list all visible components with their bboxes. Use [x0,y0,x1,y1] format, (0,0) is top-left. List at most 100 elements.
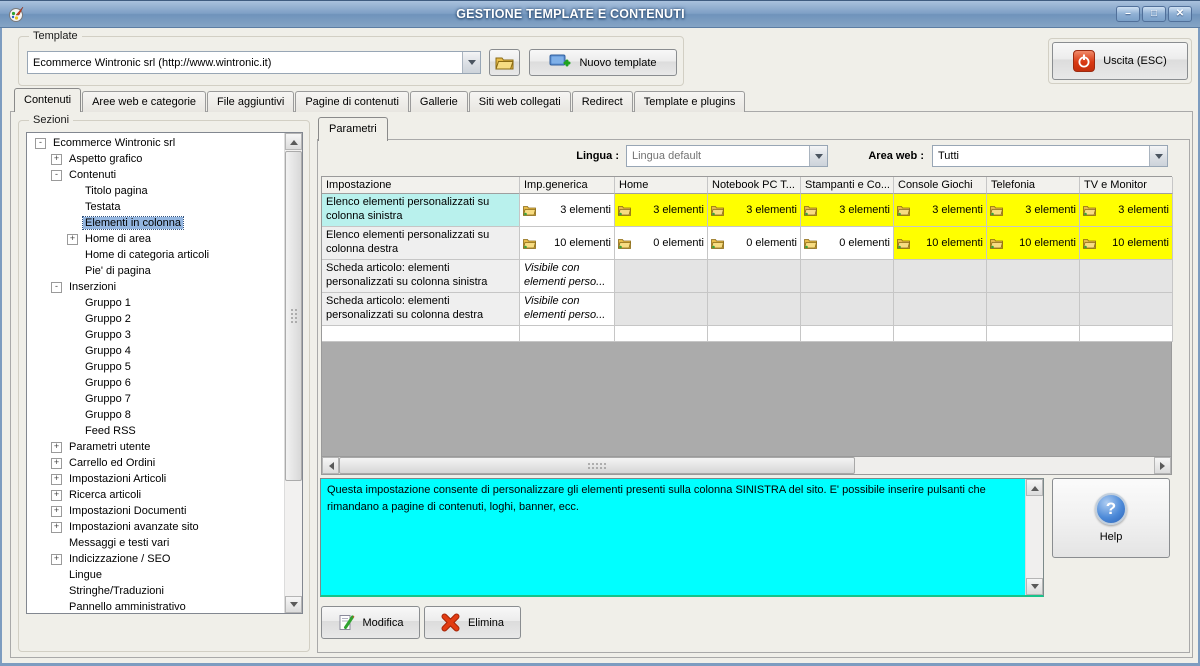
tree-item[interactable]: Gruppo 1 [27,295,285,311]
tab-aree-web-e-categorie[interactable]: Aree web e categorie [82,91,207,112]
tab-pagine-di-contenuti[interactable]: Pagine di contenuti [295,91,409,112]
expand-plus-icon[interactable]: + [51,505,62,517]
grid-horizontal-scrollbar[interactable] [322,457,1171,474]
tree-item[interactable]: Pannello amministrativo [27,599,285,613]
tree-item[interactable]: - Ecommerce Wintronic srl [27,135,285,151]
row-label-cell[interactable]: Scheda articolo: elementi personalizzati… [322,260,520,293]
expand-plus-icon[interactable]: + [51,457,62,469]
row-label-cell[interactable]: Elenco elementi personalizzati su colonn… [322,194,520,227]
open-template-folder-button[interactable] [489,49,520,76]
grid-cell[interactable]: 3 elementi [801,194,894,227]
tab-parametri[interactable]: Parametri [318,117,388,141]
grid-cell[interactable] [987,293,1080,326]
scroll-down-icon[interactable] [285,596,302,613]
tree-item[interactable]: Stringhe/Traduzioni [27,583,285,599]
expand-plus-icon[interactable]: + [67,233,78,245]
tree-item[interactable]: + Carrello ed Ordini [27,455,285,471]
lingua-combobox-dropdown-icon[interactable] [809,146,827,166]
collapse-minus-icon[interactable]: - [35,137,46,149]
tab-contenuti[interactable]: Contenuti [14,88,82,112]
grid-cell[interactable] [708,293,801,326]
grid-cell[interactable]: 0 elementi [708,227,801,260]
tab-siti-web-collegati[interactable]: Siti web collegati [468,91,571,112]
area-web-combobox[interactable]: Tutti [932,145,1168,167]
new-template-button[interactable]: Nuovo template [529,49,677,76]
grid-cell[interactable] [894,260,987,293]
grid-cell[interactable]: 10 elementi [1080,227,1173,260]
exit-button[interactable]: Uscita (ESC) [1052,42,1188,80]
scroll-up-icon[interactable] [285,133,302,150]
tree-item[interactable]: Messaggi e testi vari [27,535,285,551]
help-button[interactable]: Help [1052,478,1170,558]
expand-plus-icon[interactable]: + [51,553,62,565]
setting-description-box[interactable]: Questa impostazione consente di personal… [320,478,1044,597]
tree-item[interactable]: + Impostazioni avanzate sito [27,519,285,535]
grid-cell[interactable]: Visibile con elementi perso... [520,260,615,293]
tree-item[interactable]: + Impostazioni Documenti [27,503,285,519]
tree-item[interactable]: Gruppo 8 [27,407,285,423]
expand-plus-icon[interactable]: + [51,473,62,485]
tree-item[interactable]: Testata [27,199,285,215]
tree-item[interactable]: + Parametri utente [27,439,285,455]
tree-item[interactable]: Pie' di pagina [27,263,285,279]
tree-item[interactable]: Lingue [27,567,285,583]
grid-cell[interactable]: 0 elementi [801,227,894,260]
column-header[interactable]: Impostazione [322,177,520,194]
close-button[interactable]: ✕ [1168,6,1192,22]
modifica-button[interactable]: Modifica [321,606,420,639]
grid-cell[interactable] [801,293,894,326]
tree-item[interactable]: Gruppo 7 [27,391,285,407]
grid-cell[interactable] [708,260,801,293]
grid-cell[interactable]: Visibile con elementi perso... [520,293,615,326]
tree-item[interactable]: Elementi in colonna [27,215,285,231]
tree-scrollbar-thumb[interactable] [285,151,302,481]
tab-file-aggiuntivi[interactable]: File aggiuntivi [207,91,295,112]
tree-item[interactable]: + Impostazioni Articoli [27,471,285,487]
column-header[interactable]: Imp.generica [520,177,615,194]
area-web-combobox-dropdown-icon[interactable] [1149,146,1167,166]
grid-cell[interactable]: 3 elementi [615,194,708,227]
grid-cell[interactable]: 3 elementi [987,194,1080,227]
tree-item[interactable]: Titolo pagina [27,183,285,199]
column-header[interactable]: TV e Monitor [1080,177,1173,194]
grid-cell[interactable] [1080,260,1173,293]
grid-cell[interactable] [615,260,708,293]
tree-item[interactable]: + Indicizzazione / SEO [27,551,285,567]
minimize-button[interactable]: – [1116,6,1140,22]
grid-cell[interactable]: 10 elementi [987,227,1080,260]
grid-cell[interactable]: 10 elementi [520,227,615,260]
column-header[interactable]: Stampanti e Co... [801,177,894,194]
row-label-cell[interactable]: Scheda articolo: elementi personalizzati… [322,293,520,326]
grid-cell[interactable]: 0 elementi [615,227,708,260]
tree-item[interactable]: Gruppo 3 [27,327,285,343]
grid-cell[interactable]: 3 elementi [520,194,615,227]
column-header[interactable]: Notebook PC T... [708,177,801,194]
expand-plus-icon[interactable]: + [51,153,62,165]
description-scrollbar[interactable] [1025,479,1043,595]
tree-item[interactable]: Gruppo 6 [27,375,285,391]
tree-scrollbar[interactable] [284,133,302,613]
grid-cell[interactable]: 3 elementi [708,194,801,227]
tree-item[interactable]: Home di categoria articoli [27,247,285,263]
grid-cell[interactable]: 3 elementi [1080,194,1173,227]
grid-cell[interactable]: 10 elementi [894,227,987,260]
tab-gallerie[interactable]: Gallerie [409,91,468,112]
tree-item[interactable]: Gruppo 5 [27,359,285,375]
tree-item[interactable]: Gruppo 2 [27,311,285,327]
grid-scrollbar-thumb[interactable] [339,457,855,474]
column-header[interactable]: Telefonia [987,177,1080,194]
tab-redirect[interactable]: Redirect [571,91,633,112]
row-label-cell[interactable]: Elenco elementi personalizzati su colonn… [322,227,520,260]
grid-cell[interactable] [894,293,987,326]
expand-plus-icon[interactable]: + [51,489,62,501]
scroll-right-icon[interactable] [1154,457,1171,474]
lingua-combobox[interactable]: Lingua default [626,145,828,167]
elimina-button[interactable]: Elimina [424,606,521,639]
column-header[interactable]: Home [615,177,708,194]
tree-item[interactable]: + Aspetto grafico [27,151,285,167]
tree-item[interactable]: + Home di area [27,231,285,247]
tab-template-e-plugins[interactable]: Template e plugins [633,91,746,112]
template-combobox[interactable]: Ecommerce Wintronic srl (http://www.wint… [27,51,481,74]
tree-item[interactable]: Gruppo 4 [27,343,285,359]
grid-cell[interactable] [987,260,1080,293]
